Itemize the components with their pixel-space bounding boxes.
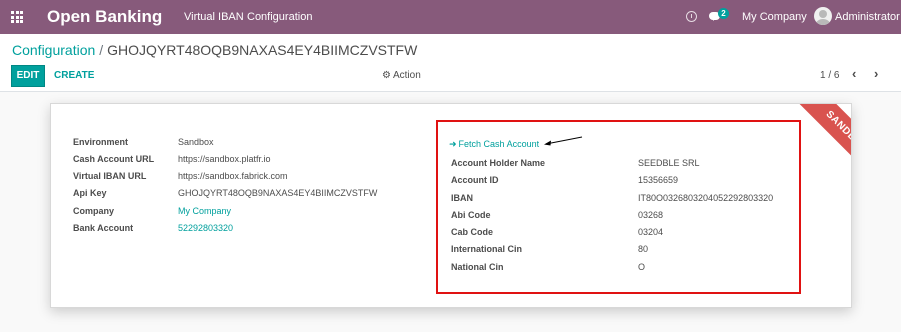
account-holder-name-value: SEEDBLE SRL	[638, 158, 700, 168]
menu-virtual-iban[interactable]: Virtual IBAN	[184, 11, 244, 23]
international-cin-label: International Cin	[451, 244, 523, 254]
cab-code-value: 03204	[638, 227, 664, 237]
virtual-iban-url-value: https://sandbox.fabrick.com	[178, 171, 288, 181]
abi-code-label: Abi Code	[451, 210, 491, 220]
fetch-cash-account-button[interactable]: ➜ Fetch Cash Account	[449, 139, 539, 150]
cash-account-url-label: Cash Account URL	[73, 154, 155, 164]
action-label: Action	[392, 70, 421, 81]
pager-value[interactable]: 1 / 6	[820, 70, 839, 81]
company-label: Company	[73, 206, 115, 216]
cab-code-label: Cab Code	[451, 227, 494, 237]
national-cin-label: National Cin	[451, 262, 504, 272]
cash-account-url-value: https://sandbox.platfr.io	[178, 154, 271, 164]
breadcrumb-parent[interactable]: Configuration	[12, 42, 95, 58]
company-link[interactable]: My Company	[178, 206, 231, 216]
breadcrumb-current: GHOJQYRT48OQB9NAXAS4EY4BIIMCZVSTFW	[107, 42, 418, 58]
environment-label: Environment	[73, 137, 129, 147]
international-cin-value: 80	[638, 244, 649, 254]
menu-configuration[interactable]: Configuration	[247, 11, 312, 23]
company-switcher[interactable]: My Company	[742, 11, 807, 23]
annotation-arrow-icon	[544, 136, 583, 146]
top-navbar: Open Banking Virtual IBAN Configuration …	[0, 0, 901, 34]
app-title[interactable]: Open Banking	[47, 7, 162, 27]
fetch-cash-account-label: Fetch Cash Account	[458, 139, 540, 149]
api-key-label: Api Key	[73, 188, 107, 198]
gear-icon: ⚙	[382, 70, 391, 81]
account-id-label: Account ID	[451, 175, 499, 185]
control-panel: Configuration / GHOJQYRT48OQB9NAXAS4EY4BII…	[0, 34, 901, 92]
user-menu[interactable]: Administrator	[835, 11, 900, 23]
activity-clock-icon[interactable]	[686, 11, 697, 22]
virtual-iban-url-label: Virtual IBAN URL	[73, 171, 147, 181]
apps-menu-icon[interactable]	[11, 11, 23, 23]
breadcrumb-separator: /	[99, 42, 104, 58]
arrow-right-icon: ➜	[449, 139, 457, 149]
bank-account-link[interactable]: 52292803320	[178, 223, 233, 233]
environment-value: Sandbox	[178, 137, 214, 147]
create-button[interactable]: CREATE	[54, 70, 94, 81]
abi-code-value: 03268	[638, 210, 664, 220]
user-avatar[interactable]	[814, 7, 832, 25]
account-id-value: 15356659	[638, 175, 679, 185]
pager-previous-button[interactable]: ‹	[852, 66, 856, 81]
bank-account-label: Bank Account	[73, 223, 134, 233]
edit-button[interactable]: EDIT	[11, 65, 45, 87]
national-cin-value: O	[638, 262, 646, 272]
chat-count-badge: 2	[718, 8, 729, 19]
action-dropdown[interactable]: ⚙ Action	[382, 70, 421, 81]
breadcrumb: Configuration / GHOJQYRT48OQB9NAXAS4EY4BII…	[12, 42, 417, 58]
api-key-value: GHOJQYRT48OQB9NAXAS4EY4BIIMCZVSTFW	[178, 188, 378, 198]
iban-value: IT80O0326803204052292803320	[638, 193, 774, 203]
pager-next-button[interactable]: ›	[874, 66, 878, 81]
iban-label: IBAN	[451, 193, 473, 203]
account-holder-name-label: Account Holder Name	[451, 158, 546, 168]
